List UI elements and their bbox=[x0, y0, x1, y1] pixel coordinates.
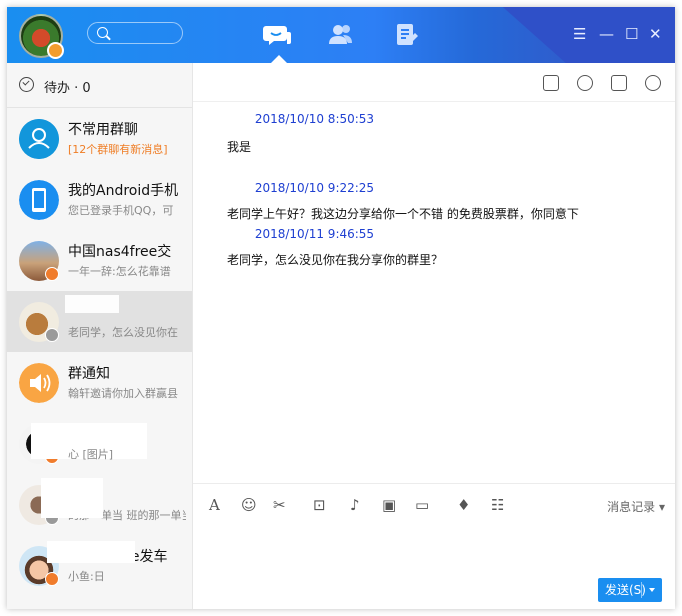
message-meta: 2018/10/10 9:22:25 bbox=[211, 181, 374, 195]
message-time: 2018/10/10 8:50:53 bbox=[254, 112, 375, 126]
history-button[interactable]: 消息记录 ▾ bbox=[607, 498, 665, 515]
conversation-name: 我的Android手机 bbox=[68, 183, 179, 199]
conversation-name: 中国nas4free交 bbox=[68, 244, 172, 260]
history-label: 消息记录 bbox=[607, 500, 656, 514]
phone-avatar bbox=[19, 180, 59, 220]
sender-name bbox=[211, 184, 251, 194]
message-text: 老同学上午好？我这边分享给你一个不错 的免费股票群，你同意下 bbox=[227, 207, 579, 221]
conversation-name: 群通知 bbox=[68, 366, 110, 382]
folder-icon[interactable]: ▭ bbox=[415, 498, 429, 513]
list-item[interactable]: 删 的那一单当 班的那一单当 bbox=[7, 474, 192, 535]
conversation-preview: 您已登录手机QQ，可 bbox=[68, 204, 174, 217]
muted-badge bbox=[45, 572, 59, 586]
chat-header bbox=[193, 63, 675, 102]
list-item[interactable]: 中国nas4free交 一年一辞:怎么花靠谱 bbox=[7, 230, 192, 291]
message-time: 2018/10/10 9:22:25 bbox=[254, 181, 375, 195]
status-badge bbox=[45, 328, 59, 342]
emoji-icon[interactable]: ☺ bbox=[241, 498, 257, 513]
shake-icon[interactable]: ⊡ bbox=[313, 498, 326, 513]
message-time: 2018/10/11 9:46:55 bbox=[254, 227, 375, 241]
message-meta: 2018/10/10 8:50:53 bbox=[211, 112, 374, 126]
conversation-preview: [12个群聊有新消息] bbox=[68, 143, 168, 156]
input-toolbar: A ☺ ✂ ⊡ ♪ ▣ ▭ ♦ ☷ 消息记录 ▾ bbox=[193, 483, 675, 524]
message-meta: 2018/10/11 9:46:55 bbox=[211, 227, 374, 241]
sender-name bbox=[211, 115, 251, 125]
list-item[interactable]: 不常用群聊 [12个群聊有新消息] bbox=[7, 108, 192, 169]
send-button[interactable]: 发送(S) bbox=[598, 578, 662, 602]
muted-badge bbox=[45, 267, 59, 281]
top-bar: ☰ — ☐ ✕ bbox=[7, 7, 675, 63]
space-icon[interactable] bbox=[392, 21, 422, 49]
contacts-icon[interactable] bbox=[326, 21, 356, 49]
message-text: 老同学，怎么没见你在我分享你的群里？ bbox=[227, 253, 444, 267]
minimize-icon[interactable]: — bbox=[599, 27, 614, 42]
conversation-preview: 小鱼:日 bbox=[68, 570, 105, 583]
list-item-selected[interactable]: 老同学，怎么没见你在 bbox=[7, 291, 192, 352]
redacted-block bbox=[41, 478, 103, 518]
image-icon[interactable]: ▣ bbox=[382, 498, 396, 513]
conversation-preview: 老同学，怎么没见你在 bbox=[68, 326, 178, 339]
send-divider bbox=[641, 582, 642, 598]
status-badge bbox=[47, 42, 64, 59]
todo-label: 待办 · 0 bbox=[44, 81, 91, 96]
todo-bar[interactable]: 待办 · 0 bbox=[7, 63, 192, 108]
settings-icon[interactable] bbox=[645, 75, 661, 91]
active-tab-indicator bbox=[271, 55, 287, 63]
phone-call-icon[interactable] bbox=[577, 75, 593, 91]
send-label: 发送(S) bbox=[605, 583, 646, 597]
calendar-icon[interactable]: ☷ bbox=[491, 498, 504, 513]
chat-panel: 2018/10/10 8:50:53 我是 2018/10/10 9:22:25… bbox=[193, 63, 675, 609]
voice-icon[interactable]: ♪ bbox=[350, 498, 360, 513]
conversation-list: 待办 · 0 不常用群聊 [12个群聊有新消息] 我的Android手机 您已登… bbox=[7, 63, 193, 609]
screenshot-icon[interactable]: ✂ bbox=[273, 498, 286, 513]
list-item[interactable]: 心 [图片] bbox=[7, 413, 192, 474]
gift-icon[interactable]: ♦ bbox=[457, 498, 470, 513]
conversation-preview: 翰轩邀请你加入群赢县 bbox=[68, 387, 178, 400]
font-icon[interactable]: A bbox=[209, 498, 220, 513]
close-icon[interactable]: ✕ bbox=[649, 27, 662, 42]
notification-avatar bbox=[19, 363, 59, 403]
sender-name bbox=[211, 230, 251, 240]
menu-icon[interactable]: ☰ bbox=[573, 27, 586, 42]
list-item[interactable]: 我的Android手机 您已登录手机QQ，可 bbox=[7, 169, 192, 230]
messages-icon[interactable] bbox=[263, 21, 293, 49]
check-circle-icon bbox=[19, 77, 34, 92]
group-avatar bbox=[19, 119, 59, 159]
conversation-name: 不常用群聊 bbox=[68, 122, 138, 138]
qq-window: ☰ — ☐ ✕ 待办 · 0 不常用群聊 [12个群聊有新消息] 我的Andro… bbox=[7, 7, 675, 609]
redacted-block bbox=[47, 541, 135, 563]
conversation-preview: 一年一辞:怎么花靠谱 bbox=[68, 265, 171, 278]
user-avatar[interactable] bbox=[19, 14, 64, 59]
remote-assist-icon[interactable] bbox=[543, 75, 559, 91]
message-text: 我是 bbox=[227, 140, 252, 154]
redacted-block bbox=[65, 295, 119, 313]
list-item[interactable]: 群通知 翰轩邀请你加入群赢县 bbox=[7, 352, 192, 413]
list-item[interactable]: le发车 小鱼:日 bbox=[7, 535, 192, 596]
search-icon bbox=[97, 27, 108, 38]
add-member-icon[interactable] bbox=[611, 75, 627, 91]
conversation-preview: 心 [图片] bbox=[68, 448, 114, 461]
header-decoration bbox=[502, 7, 675, 63]
search-input[interactable] bbox=[87, 22, 183, 44]
maximize-icon[interactable]: ☐ bbox=[625, 27, 638, 42]
chevron-down-icon[interactable] bbox=[649, 588, 655, 592]
